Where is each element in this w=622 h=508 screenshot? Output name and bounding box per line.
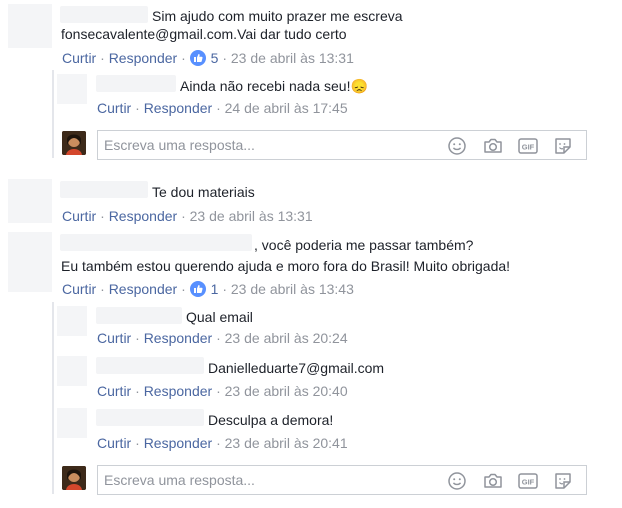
gif-icon[interactable]: GIF <box>518 472 538 490</box>
reply-link[interactable]: Responder <box>144 383 213 399</box>
reply-link[interactable]: Responder <box>109 208 178 224</box>
comment-actions: Curtir · Responder · 5 · 23 de abril às … <box>62 50 354 66</box>
smiley-icon[interactable] <box>448 472 466 490</box>
gif-icon-label: GIF <box>522 478 535 487</box>
comment-timestamp[interactable]: 23 de abril às 13:31 <box>190 208 313 224</box>
comment-actions: Curtir · Responder · 1 · 23 de abril às … <box>62 281 354 297</box>
reply-input[interactable] <box>104 471 434 489</box>
reply-actions: Curtir · Responder · 23 de abril às 20:4… <box>97 435 348 451</box>
reply-avatar[interactable] <box>57 306 87 336</box>
camera-icon[interactable] <box>483 472 502 490</box>
reply-link[interactable]: Responder <box>144 330 213 346</box>
camera-icon[interactable] <box>483 137 502 155</box>
like-link[interactable]: Curtir <box>97 435 131 451</box>
reply-text: Danielleduarte7@gmail.com <box>208 360 385 376</box>
reply-text: Qual email <box>186 309 253 325</box>
comment-text-line2: fonsecavalente@gmail.com.Vai dar tudo ce… <box>61 26 347 42</box>
comment-actions: Curtir · Responder · 23 de abril às 13:3… <box>62 208 313 224</box>
commenter-avatar[interactable] <box>8 179 52 223</box>
like-link[interactable]: Curtir <box>97 330 131 346</box>
reply-actions: Curtir · Responder · 23 de abril às 20:2… <box>97 330 348 346</box>
reply-author-name[interactable] <box>96 357 204 374</box>
reply-author-name[interactable] <box>96 75 176 92</box>
reply-text: Desculpa a demora! <box>208 412 334 428</box>
reply-link[interactable]: Responder <box>109 281 178 297</box>
comment-timestamp[interactable]: 23 de abril às 13:31 <box>231 50 354 66</box>
current-user-avatar <box>62 466 86 490</box>
reply-timestamp[interactable]: 23 de abril às 20:24 <box>225 330 348 346</box>
reply-link[interactable]: Responder <box>109 50 178 66</box>
current-user-avatar <box>62 131 86 155</box>
reaction-count[interactable]: 5 <box>211 50 219 66</box>
like-link[interactable]: Curtir <box>62 50 96 66</box>
reaction-count[interactable]: 1 <box>211 281 219 297</box>
like-reaction-icon[interactable] <box>189 281 206 297</box>
reply-timestamp[interactable]: 23 de abril às 20:41 <box>225 435 348 451</box>
like-link[interactable]: Curtir <box>97 383 131 399</box>
reply-link[interactable]: Responder <box>144 100 213 116</box>
reply-avatar[interactable] <box>57 74 87 104</box>
reply-thread-rail <box>52 70 54 158</box>
commenter-name[interactable] <box>60 6 148 23</box>
reply-composer: GIF <box>97 130 587 160</box>
commenter-avatar[interactable] <box>8 4 52 48</box>
like-reaction-icon[interactable] <box>189 50 206 66</box>
gif-icon[interactable]: GIF <box>518 137 538 155</box>
commenter-avatar[interactable] <box>8 232 52 292</box>
reply-author-name[interactable] <box>96 307 182 324</box>
reply-text: Ainda não recebi nada seu!😞 <box>180 78 368 94</box>
reply-author-name[interactable] <box>96 409 204 426</box>
reply-composer: GIF <box>97 465 587 495</box>
like-link[interactable]: Curtir <box>97 100 131 116</box>
sticker-icon[interactable] <box>554 137 572 155</box>
like-link[interactable]: Curtir <box>62 281 96 297</box>
reply-actions: Curtir · Responder · 24 de abril às 17:4… <box>97 100 348 116</box>
reply-timestamp[interactable]: 24 de abril às 17:45 <box>225 100 348 116</box>
reply-avatar[interactable] <box>57 356 87 386</box>
commenter-name[interactable] <box>60 234 252 251</box>
commenter-name[interactable] <box>60 181 148 198</box>
reply-thread-rail <box>52 302 54 494</box>
smiley-icon[interactable] <box>448 137 466 155</box>
sticker-icon[interactable] <box>554 472 572 490</box>
reply-link[interactable]: Responder <box>144 435 213 451</box>
reply-actions: Curtir · Responder · 23 de abril às 20:4… <box>97 383 348 399</box>
comment-text-line2: Eu também estou querendo ajuda e moro fo… <box>61 258 511 274</box>
comment-text: Te dou materiais <box>152 184 255 200</box>
comment-text: , você poderia me passar também? <box>254 237 474 253</box>
reply-avatar[interactable] <box>57 408 87 438</box>
reply-timestamp[interactable]: 23 de abril às 20:40 <box>225 383 348 399</box>
gif-icon-label: GIF <box>522 143 535 152</box>
comment-text: Sim ajudo com muito prazer me escreva <box>152 8 403 24</box>
comment-timestamp[interactable]: 23 de abril às 13:43 <box>231 281 354 297</box>
reply-input[interactable] <box>104 136 434 154</box>
like-link[interactable]: Curtir <box>62 208 96 224</box>
